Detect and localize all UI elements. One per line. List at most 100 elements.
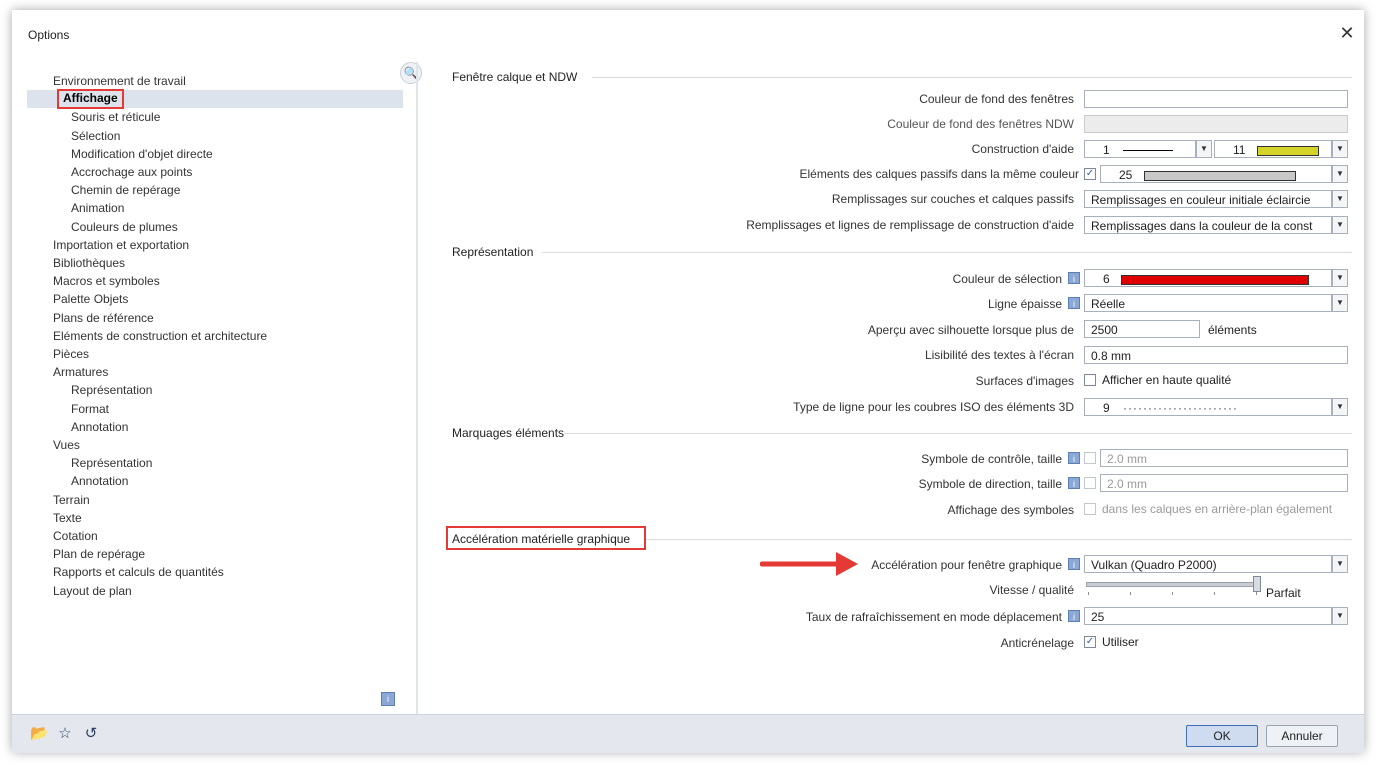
tree-item[interactable]: Vues: [53, 436, 80, 454]
favorite-save-icon[interactable]: ☆: [56, 725, 74, 743]
image-quality-checkbox[interactable]: [1084, 374, 1096, 386]
search-icon[interactable]: 🔍: [400, 62, 422, 84]
tree-item[interactable]: Accrochage aux points: [71, 163, 192, 181]
tree-item[interactable]: Format: [71, 400, 109, 418]
text-legibility-input[interactable]: 0.8 mm: [1084, 346, 1348, 364]
refresh-select[interactable]: 25: [1084, 607, 1332, 625]
tree-item[interactable]: Sélection: [71, 127, 120, 145]
tree-item[interactable]: Annotation: [71, 418, 128, 436]
info-icon[interactable]: i: [381, 692, 395, 706]
chevron-down-icon[interactable]: ▼: [1332, 555, 1348, 573]
row-label: Affichage des symboles: [947, 503, 1074, 517]
chevron-down-icon[interactable]: ▼: [1332, 216, 1348, 234]
tree-item[interactable]: Plans de référence: [53, 309, 154, 327]
silhouette-input[interactable]: 2500: [1084, 320, 1200, 338]
row-label: Surfaces d'images: [975, 374, 1074, 388]
tree-item[interactable]: Armatures: [53, 363, 108, 381]
options-dialog: Options ✕ Environnement de travail Affich…: [12, 10, 1364, 753]
checkbox-label: dans les calques en arrière-plan égaleme…: [1102, 502, 1333, 516]
tree-item[interactable]: Annotation: [71, 472, 128, 490]
accel-select[interactable]: Vulkan (Quadro P2000): [1084, 555, 1332, 573]
title-bar: Options ✕: [12, 10, 1364, 50]
ctrl-symbol-input[interactable]: 2.0 mm: [1100, 449, 1348, 467]
chevron-down-icon[interactable]: ▼: [1332, 140, 1348, 158]
section-header: Fenêtre calque et NDW: [452, 70, 578, 84]
row-label: Type de ligne pour les coubres ISO des é…: [793, 400, 1074, 414]
chevron-down-icon[interactable]: ▼: [1332, 269, 1348, 287]
color-select[interactable]: 11: [1214, 140, 1332, 158]
tree-item[interactable]: Environnement de travail: [53, 72, 186, 90]
close-icon[interactable]: ✕: [1338, 24, 1356, 42]
tree-item[interactable]: Représentation: [71, 454, 152, 472]
dir-symbol-checkbox[interactable]: [1084, 477, 1096, 489]
chevron-down-icon[interactable]: ▼: [1332, 165, 1348, 183]
chevron-down-icon[interactable]: ▼: [1332, 294, 1348, 312]
linetype-num: 9: [1103, 401, 1110, 415]
info-icon[interactable]: i: [1068, 297, 1080, 309]
row-label: Couleur de fond des fenêtres: [919, 92, 1074, 106]
info-icon[interactable]: i: [1068, 452, 1080, 464]
tree-item[interactable]: Macros et symboles: [53, 272, 160, 290]
passive-fills-select[interactable]: Remplissages en couleur initiale éclairc…: [1084, 190, 1332, 208]
tree-item[interactable]: Modification d'objet directe: [71, 145, 213, 163]
sym-display-checkbox[interactable]: [1084, 503, 1096, 515]
tree-item[interactable]: Représentation: [71, 381, 152, 399]
aux-fills-select[interactable]: Remplissages dans la couleur de la const: [1084, 216, 1332, 234]
passive-color-select[interactable]: 25: [1100, 165, 1332, 183]
row-label: Vitesse / qualité: [989, 583, 1075, 597]
passive-color-checkbox[interactable]: ✓: [1084, 168, 1096, 180]
tree-item[interactable]: Souris et réticule: [71, 108, 160, 126]
tree-item[interactable]: Importation et exportation: [53, 236, 189, 254]
tree-item[interactable]: Palette Objets: [53, 290, 128, 308]
info-icon[interactable]: i: [1068, 477, 1080, 489]
tree-item[interactable]: Rapports et calculs de quantités: [53, 563, 224, 581]
reset-icon[interactable]: ↺: [82, 725, 100, 743]
tree-item[interactable]: Couleurs de plumes: [71, 218, 178, 236]
tree-item[interactable]: Layout de plan: [53, 582, 132, 600]
tree-item[interactable]: Eléments de construction et architecture: [53, 327, 267, 345]
row-label: Symbole de contrôle, taille: [921, 452, 1062, 466]
info-icon[interactable]: i: [1068, 610, 1080, 622]
row-label: Anticrénelage: [1000, 636, 1074, 650]
options-tree: Environnement de travail Affichage Souris …: [27, 62, 417, 712]
chevron-down-icon[interactable]: ▼: [1332, 398, 1348, 416]
row-label: Remplissages sur couches et calques pass…: [831, 192, 1074, 206]
antialias-checkbox[interactable]: ✓: [1084, 636, 1096, 648]
thick-line-select[interactable]: Réelle: [1084, 294, 1332, 312]
row-label: Eléments des calques passifs dans la mêm…: [799, 167, 1079, 181]
settings-panel: Fenêtre calque et NDW Couleur de fond de…: [424, 62, 1354, 712]
tree-item[interactable]: Cotation: [53, 527, 98, 545]
ok-button[interactable]: OK: [1186, 725, 1258, 747]
tree-item[interactable]: Animation: [71, 199, 124, 217]
dir-symbol-input[interactable]: 2.0 mm: [1100, 474, 1348, 492]
panel-splitter[interactable]: [416, 62, 418, 714]
folder-open-icon[interactable]: 📂: [30, 725, 49, 743]
speed-slider[interactable]: [1086, 582, 1258, 587]
iso-linetype-select[interactable]: 9 ·······················: [1084, 398, 1332, 416]
cancel-button[interactable]: Annuler: [1266, 725, 1338, 747]
row-label: Ligne épaisse: [987, 297, 1062, 311]
info-icon[interactable]: i: [1068, 272, 1080, 284]
bg-color-field[interactable]: [1084, 90, 1348, 108]
tree-item[interactable]: Affichage: [27, 89, 403, 110]
ctrl-symbol-checkbox[interactable]: [1084, 452, 1096, 464]
row-label: Symbole de direction, taille: [918, 477, 1062, 491]
selection-color-select[interactable]: 6: [1084, 269, 1332, 287]
chevron-down-icon[interactable]: ▼: [1332, 190, 1348, 208]
bg-color-ndw-field: [1084, 115, 1348, 133]
color-num: 6: [1103, 272, 1110, 286]
tree-item[interactable]: Bibliothèques: [53, 254, 125, 272]
tree-item[interactable]: Plan de repérage: [53, 545, 145, 563]
slider-thumb[interactable]: [1253, 576, 1261, 592]
tree-item[interactable]: Terrain: [53, 491, 90, 509]
tree-item[interactable]: Texte: [53, 509, 82, 527]
pen-select[interactable]: 1: [1084, 140, 1196, 158]
info-icon[interactable]: i: [1068, 558, 1080, 570]
chevron-down-icon[interactable]: ▼: [1332, 607, 1348, 625]
tree-item[interactable]: Pièces: [53, 345, 89, 363]
pen-value: 1: [1103, 143, 1110, 157]
chevron-down-icon[interactable]: ▼: [1196, 140, 1212, 158]
tree-item[interactable]: Chemin de repérage: [71, 181, 180, 199]
row-label: Remplissages et lignes de remplissage de…: [746, 218, 1074, 232]
row-label: Construction d'aide: [971, 142, 1074, 156]
